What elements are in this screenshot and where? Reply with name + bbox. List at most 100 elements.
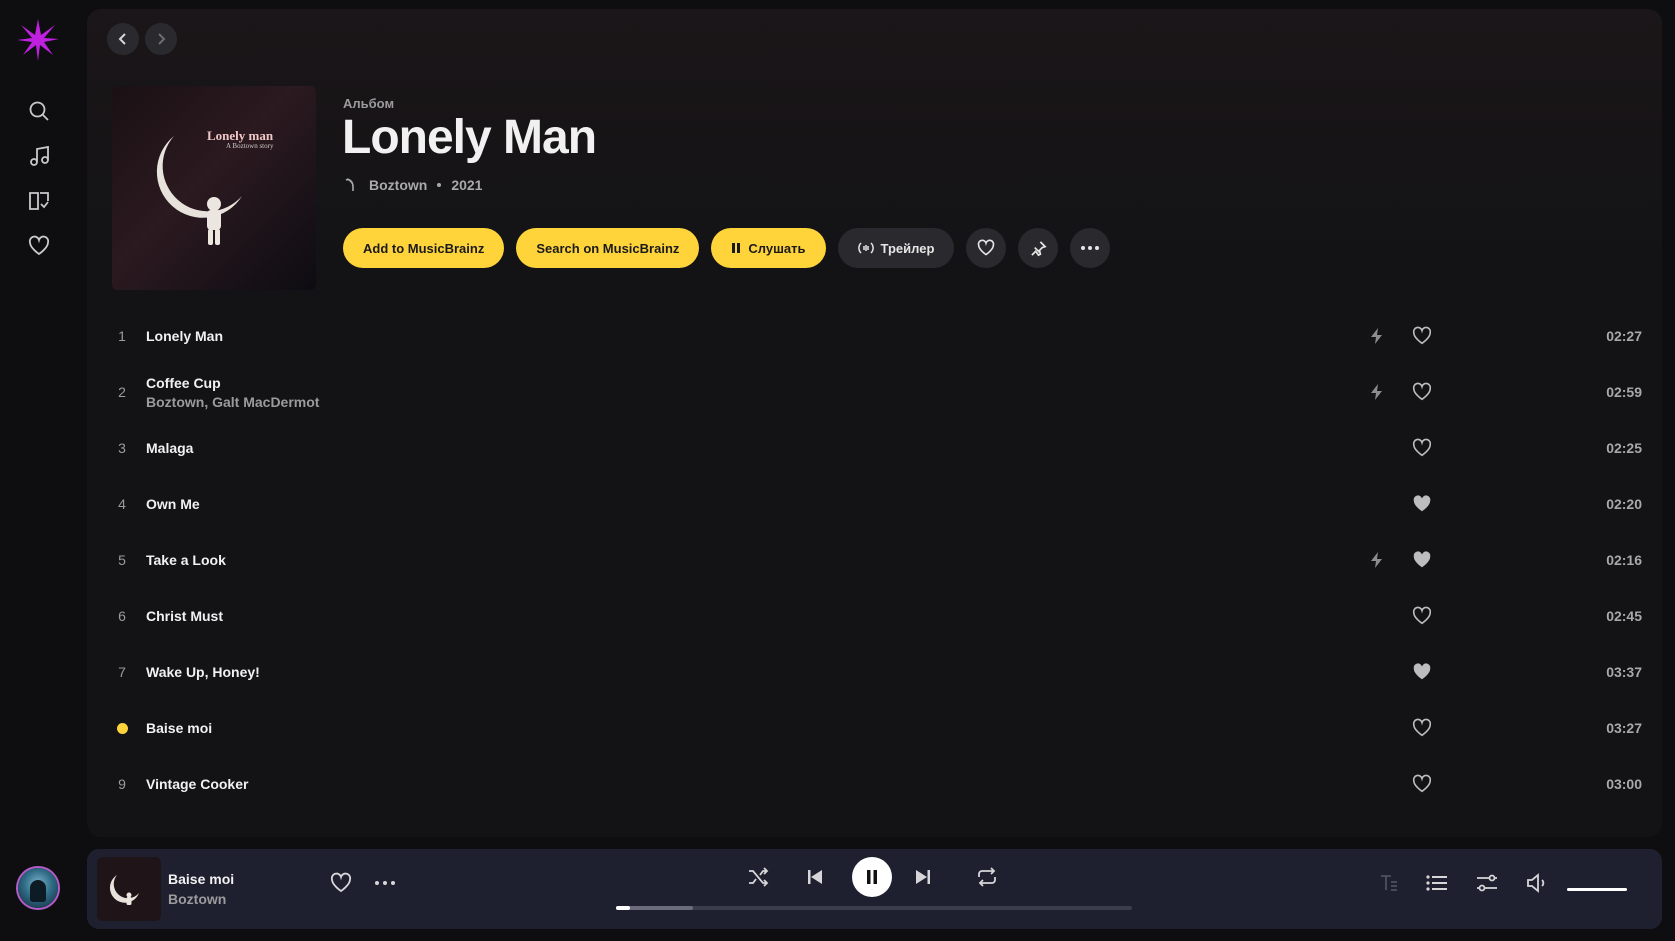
track-row[interactable]: Baise moi 03:27 bbox=[112, 700, 1642, 756]
shuffle-icon bbox=[749, 867, 769, 887]
heart-icon bbox=[330, 872, 352, 893]
progress-slider[interactable] bbox=[616, 906, 1132, 910]
heart-icon[interactable] bbox=[1412, 718, 1432, 738]
lyrics-button[interactable] bbox=[1375, 869, 1403, 897]
volume-button[interactable] bbox=[1523, 869, 1551, 897]
search-icon[interactable] bbox=[24, 96, 54, 126]
album-year: 2021 bbox=[451, 177, 483, 193]
play-pause-button[interactable] bbox=[852, 857, 892, 897]
track-list: 1 Lonely Man 02:27 2 Coffee Cup Boztown, Galt… bbox=[112, 308, 1642, 812]
track-info: Malaga bbox=[146, 420, 193, 476]
heart-icon[interactable] bbox=[1412, 606, 1432, 626]
track-title[interactable]: Baise moi bbox=[146, 720, 212, 736]
previous-button[interactable] bbox=[801, 863, 829, 891]
pause-icon bbox=[732, 243, 741, 253]
track-duration: 02:59 bbox=[1606, 384, 1642, 400]
lyrics-icon bbox=[1381, 875, 1397, 891]
player-bar: Baise moi Boztown bbox=[87, 849, 1662, 929]
track-row[interactable]: 3 Malaga 02:25 bbox=[112, 420, 1642, 476]
track-title[interactable]: Take a Look bbox=[146, 552, 226, 568]
heart-icon[interactable] bbox=[24, 231, 54, 261]
track-duration: 03:37 bbox=[1606, 664, 1642, 680]
artist-link[interactable]: Boztown bbox=[369, 177, 427, 193]
artist-icon bbox=[345, 178, 354, 191]
track-artists[interactable]: Boztown, Galt MacDermot bbox=[146, 394, 319, 410]
heart-icon[interactable] bbox=[1412, 774, 1432, 794]
repeat-button[interactable] bbox=[973, 863, 1001, 891]
like-album-button[interactable] bbox=[966, 228, 1007, 268]
track-duration: 02:25 bbox=[1606, 440, 1642, 456]
track-row[interactable]: 4 Own Me 02:20 bbox=[112, 476, 1642, 532]
queue-icon bbox=[1426, 875, 1447, 891]
chevron-left-icon bbox=[118, 33, 126, 45]
logo-icon[interactable] bbox=[17, 19, 59, 61]
track-number: 2 bbox=[118, 384, 126, 400]
heart-icon[interactable] bbox=[1412, 438, 1432, 458]
track-number: 7 bbox=[118, 664, 126, 680]
track-number: 4 bbox=[118, 496, 126, 512]
queue-button[interactable] bbox=[1423, 869, 1451, 897]
track-title[interactable]: Christ Must bbox=[146, 608, 223, 624]
heart-icon bbox=[978, 239, 995, 256]
track-number: 6 bbox=[118, 608, 126, 624]
next-icon bbox=[916, 870, 930, 884]
settings-icon bbox=[1477, 874, 1497, 892]
forward-button[interactable] bbox=[145, 23, 177, 55]
track-duration: 02:16 bbox=[1606, 552, 1642, 568]
avatar[interactable] bbox=[18, 868, 58, 908]
now-playing-artist[interactable]: Boztown bbox=[168, 891, 226, 907]
like-track-button[interactable] bbox=[327, 869, 355, 897]
track-row[interactable]: 5 Take a Look 02:16 bbox=[112, 532, 1642, 588]
pin-button[interactable] bbox=[1018, 228, 1059, 268]
next-button[interactable] bbox=[909, 863, 937, 891]
more-icon bbox=[1081, 246, 1100, 250]
track-info: Lonely Man bbox=[146, 308, 223, 364]
track-title[interactable]: Coffee Cup bbox=[146, 375, 319, 391]
progress-fill bbox=[616, 906, 630, 910]
album-meta: Boztown 2021 bbox=[343, 177, 482, 193]
track-duration: 02:20 bbox=[1606, 496, 1642, 512]
track-more-button[interactable] bbox=[371, 869, 399, 897]
listen-button[interactable]: Слушать bbox=[711, 228, 826, 268]
track-title[interactable]: Lonely Man bbox=[146, 328, 223, 344]
track-row[interactable]: 1 Lonely Man 02:27 bbox=[112, 308, 1642, 364]
now-playing-title[interactable]: Baise moi bbox=[168, 871, 234, 887]
pause-icon bbox=[867, 870, 877, 884]
back-button[interactable] bbox=[107, 23, 139, 55]
track-title[interactable]: Wake Up, Honey! bbox=[146, 664, 260, 680]
track-number: 3 bbox=[118, 440, 126, 456]
more-options-button[interactable] bbox=[1070, 228, 1111, 268]
search-on-musicbrainz-button[interactable]: Search on MusicBrainz bbox=[516, 228, 700, 268]
now-playing-indicator bbox=[117, 723, 128, 734]
now-playing-cover[interactable] bbox=[97, 857, 161, 921]
music-note-icon[interactable] bbox=[24, 141, 54, 171]
page-title: Lonely Man bbox=[342, 111, 597, 164]
track-row[interactable]: 9 Vintage Cooker 03:00 bbox=[112, 756, 1642, 812]
heart-filled-icon[interactable] bbox=[1412, 550, 1432, 570]
heart-filled-icon[interactable] bbox=[1412, 494, 1432, 514]
trailer-button[interactable]: Трейлер bbox=[837, 228, 955, 268]
add-to-musicbrainz-button[interactable]: Add to MusicBrainz bbox=[343, 228, 505, 268]
track-row[interactable]: 6 Christ Must 02:45 bbox=[112, 588, 1642, 644]
meta-separator bbox=[437, 183, 442, 187]
track-info: Baise moi bbox=[146, 700, 212, 756]
track-title[interactable]: Vintage Cooker bbox=[146, 776, 248, 792]
lightning-icon bbox=[1371, 552, 1382, 568]
pin-icon bbox=[1031, 240, 1047, 256]
track-row[interactable]: 2 Coffee Cup Boztown, Galt MacDermot 02:59 bbox=[112, 364, 1642, 420]
lightning-icon bbox=[1371, 384, 1382, 400]
shuffle-button[interactable] bbox=[744, 863, 772, 891]
track-info: Christ Must bbox=[146, 588, 223, 644]
heart-icon[interactable] bbox=[1412, 382, 1432, 402]
volume-slider[interactable] bbox=[1567, 888, 1627, 891]
heart-filled-icon[interactable] bbox=[1412, 662, 1432, 682]
track-title[interactable]: Malaga bbox=[146, 440, 193, 456]
album-cover[interactable]: Lonely man A Boztown story bbox=[112, 86, 316, 290]
track-duration: 03:27 bbox=[1606, 720, 1642, 736]
track-title[interactable]: Own Me bbox=[146, 496, 200, 512]
heart-icon[interactable] bbox=[1412, 326, 1432, 346]
library-icon[interactable] bbox=[24, 186, 54, 216]
settings-button[interactable] bbox=[1473, 869, 1501, 897]
listen-label: Слушать bbox=[748, 240, 806, 256]
track-row[interactable]: 7 Wake Up, Honey! 03:37 bbox=[112, 644, 1642, 700]
